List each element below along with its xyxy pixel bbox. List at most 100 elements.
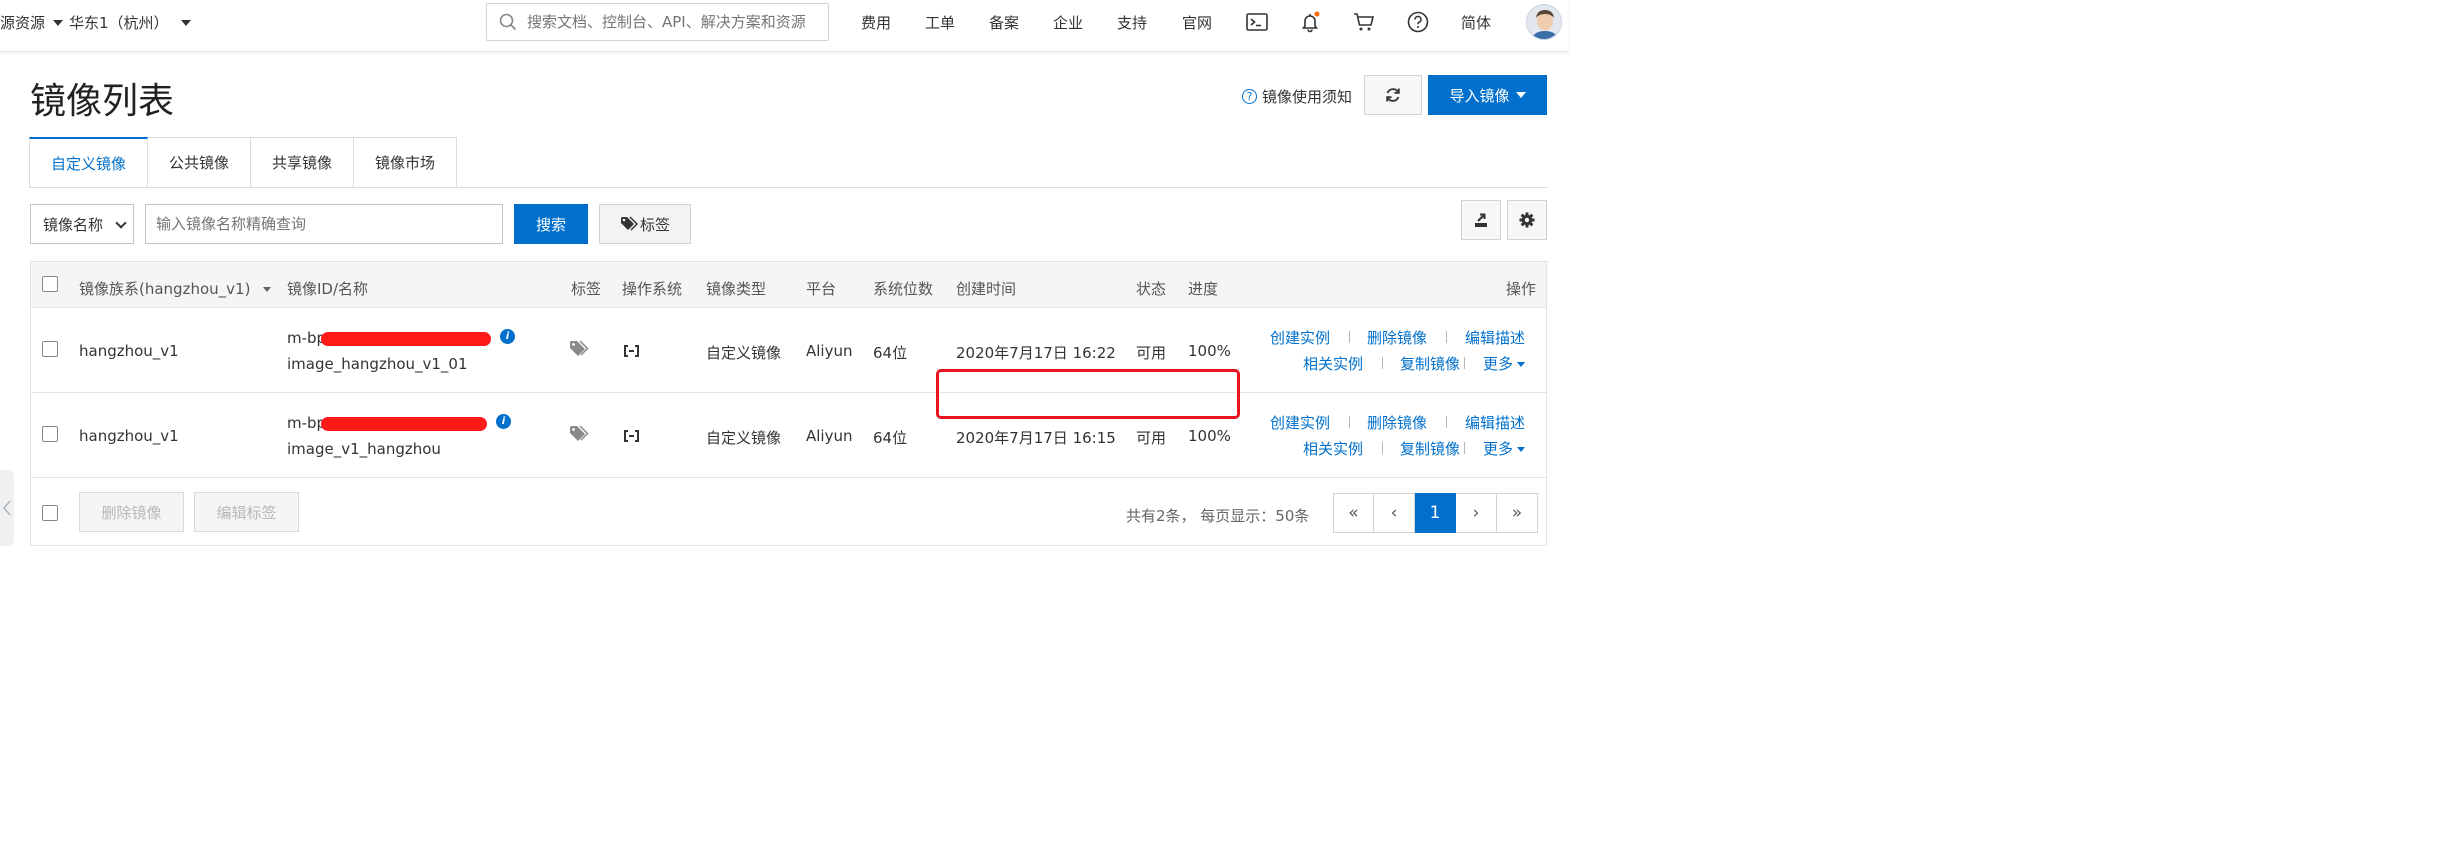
delete-image-link[interactable]: 删除镜像	[1367, 412, 1427, 433]
copy-image-link[interactable]: 复制镜像	[1400, 353, 1460, 374]
related-instances-link[interactable]: 相关实例	[1303, 438, 1363, 459]
related-instances-link[interactable]: 相关实例	[1303, 353, 1363, 374]
terminal-icon[interactable]	[1245, 10, 1269, 34]
filter-field-select[interactable]: 镜像名称	[30, 204, 134, 244]
next-page-button[interactable]: ›	[1456, 493, 1497, 533]
table-row: hangzhou_v1 m-bp1 i image_v1_hangzhou 自定…	[31, 393, 1546, 478]
delete-image-link[interactable]: 删除镜像	[1367, 327, 1427, 348]
export-button[interactable]	[1461, 200, 1501, 240]
global-search[interactable]	[486, 3, 829, 41]
create-instance-link[interactable]: 创建实例	[1270, 327, 1330, 348]
create-instance-link[interactable]: 创建实例	[1270, 412, 1330, 433]
caret-down-icon	[1515, 92, 1526, 98]
chevron-left-icon	[3, 500, 11, 516]
tab-public-images[interactable]: 公共镜像	[148, 137, 252, 188]
last-page-button[interactable]: »	[1497, 493, 1538, 533]
region-selector[interactable]: 华东1（杭州）	[69, 12, 191, 33]
info-icon[interactable]: i	[500, 329, 515, 344]
language-switch[interactable]: 简体	[1461, 12, 1491, 33]
header-tag: 标签	[571, 280, 602, 298]
header-image-id-name: 镜像ID/名称	[287, 280, 369, 298]
nav-fees[interactable]: 费用	[861, 12, 891, 33]
tab-shared-images[interactable]: 共享镜像	[251, 137, 355, 188]
header-platform: 平台	[806, 280, 837, 298]
table-header: 镜像族系(hangzhou_v1) 镜像ID/名称 标签 操作系统 镜像类型 平…	[31, 262, 1546, 308]
global-search-input[interactable]	[527, 13, 817, 31]
top-navigation-bar: 源资源 华东1（杭州） 费用 工单 备案 企业 支持 官网	[0, 0, 1568, 52]
more-actions-menu[interactable]: 更多	[1483, 353, 1526, 374]
first-page-button[interactable]: «	[1333, 493, 1374, 533]
row-platform: Aliyun	[806, 342, 853, 360]
pagination: « ‹ 1 › »	[1333, 493, 1538, 533]
image-table: 镜像族系(hangzhou_v1) 镜像ID/名称 标签 操作系统 镜像类型 平…	[30, 261, 1547, 546]
edit-description-link[interactable]: 编辑描述	[1465, 327, 1525, 348]
nav-enterprise[interactable]: 企业	[1053, 12, 1083, 33]
info-icon[interactable]: i	[496, 414, 511, 429]
resource-menu[interactable]: 源资源	[0, 12, 64, 33]
action-separator	[1446, 416, 1447, 428]
header-image-family[interactable]: 镜像族系(hangzhou_v1)	[79, 278, 272, 299]
row-status: 可用	[1136, 344, 1167, 362]
tab-image-market[interactable]: 镜像市场	[354, 137, 458, 188]
redaction-mark	[321, 332, 491, 346]
nav-support[interactable]: 支持	[1117, 12, 1147, 33]
column-settings-button[interactable]	[1507, 200, 1547, 240]
prev-page-button[interactable]: ‹	[1374, 493, 1415, 533]
os-link-icon	[623, 343, 640, 361]
tag-icon[interactable]	[569, 425, 589, 447]
more-actions-menu[interactable]: 更多	[1483, 438, 1526, 459]
action-separator	[1349, 331, 1350, 343]
row-created-time: 2020年7月17日 16:15	[956, 429, 1116, 447]
action-separator	[1382, 357, 1383, 369]
image-usage-notice-link[interactable]: ? 镜像使用须知	[1242, 86, 1352, 107]
redaction-mark	[321, 417, 487, 431]
nav-tickets[interactable]: 工单	[925, 12, 955, 33]
tab-custom-images[interactable]: 自定义镜像	[29, 137, 149, 188]
nav-icp-filing[interactable]: 备案	[989, 12, 1019, 33]
tag-filter-button[interactable]: 标签	[599, 204, 691, 244]
nav-official-site[interactable]: 官网	[1182, 12, 1212, 33]
caret-down-icon	[1517, 447, 1526, 452]
refresh-button[interactable]	[1364, 75, 1422, 115]
image-usage-notice-label: 镜像使用须知	[1262, 88, 1353, 106]
avatar[interactable]	[1526, 4, 1562, 40]
header-os: 操作系统	[622, 280, 683, 298]
help-icon[interactable]	[1406, 10, 1430, 34]
caret-down-icon	[263, 287, 272, 292]
chevron-down-icon	[115, 217, 127, 229]
bulk-delete-button[interactable]: 删除镜像	[79, 492, 184, 532]
os-link-icon	[623, 428, 640, 446]
cart-icon[interactable]	[1352, 10, 1376, 34]
table-row: hangzhou_v1 m-bp1 i image_hangzhou_v1_01…	[31, 308, 1546, 419]
import-image-label: 导入镜像	[1449, 86, 1510, 105]
row-bits: 64位	[873, 344, 908, 362]
page-1-button[interactable]: 1	[1415, 493, 1456, 533]
action-separator	[1382, 442, 1383, 454]
row-checkbox[interactable]	[42, 341, 58, 357]
search-button[interactable]: 搜索	[514, 204, 588, 244]
edit-description-link[interactable]: 编辑描述	[1465, 412, 1525, 433]
image-name-search-input[interactable]	[145, 204, 503, 244]
row-image-name: image_v1_hangzhou	[287, 440, 441, 458]
tag-icon[interactable]	[569, 340, 589, 362]
copy-image-link[interactable]: 复制镜像	[1400, 438, 1460, 459]
header-progress: 进度	[1188, 280, 1219, 298]
header-status: 状态	[1136, 280, 1167, 298]
select-all-checkbox[interactable]	[42, 276, 58, 292]
bulk-edit-tags-button[interactable]: 编辑标签	[194, 492, 299, 532]
row-image-family: hangzhou_v1	[79, 427, 179, 445]
row-checkbox[interactable]	[42, 426, 58, 442]
caret-down-icon	[53, 19, 64, 26]
footer-select-all-checkbox[interactable]	[42, 505, 58, 521]
import-image-button[interactable]: 导入镜像	[1428, 75, 1547, 115]
bell-icon[interactable]	[1298, 10, 1322, 34]
refresh-icon	[1386, 88, 1400, 102]
header-actions: 操作	[1506, 280, 1537, 298]
row-created-time: 2020年7月17日 16:22	[956, 344, 1116, 362]
row-image-family: hangzhou_v1	[79, 342, 179, 360]
action-separator	[1349, 416, 1350, 428]
question-icon: ?	[1242, 89, 1257, 104]
tab-divider	[29, 187, 1547, 188]
action-separator	[1464, 442, 1465, 454]
sidebar-collapse-handle[interactable]	[0, 470, 14, 546]
